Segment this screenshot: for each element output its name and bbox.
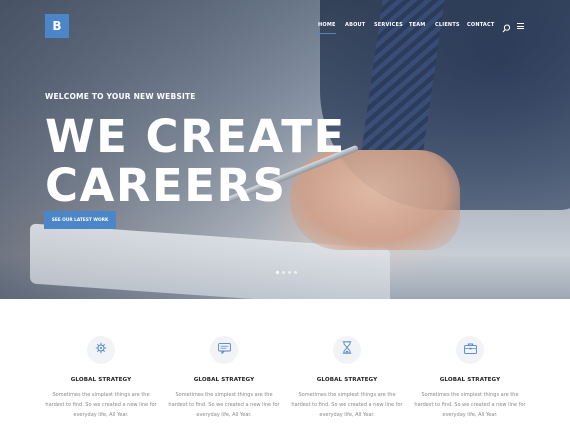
slider-dot-1[interactable]	[276, 271, 279, 274]
nav-item-about[interactable]: ABOUT	[345, 22, 365, 28]
feature-text: Sometimes the simplest things are the ha…	[164, 390, 284, 420]
feature-text-line: everyday life, All Year.	[442, 412, 498, 418]
slider-dot-4[interactable]	[294, 271, 297, 274]
hero-headline: WE CREATE CAREERS	[45, 112, 346, 210]
brand-logo[interactable]: B	[45, 14, 69, 38]
hero-section: B HOME ABOUT SERVICES TEAM CLIENTS CONTA…	[0, 0, 570, 299]
feature-text-line: hardest to find. So we created a new lin…	[168, 402, 280, 408]
nav-item-team[interactable]: TEAM	[409, 22, 425, 28]
hero-headline-line1: WE CREATE	[45, 110, 346, 163]
feature-text-line: Sometimes the simplest things are the	[175, 392, 273, 398]
feature-text-line: everyday life, All Year.	[73, 412, 129, 418]
feature-icon-wrap	[456, 336, 484, 364]
feature-text-line: Sometimes the simplest things are the	[52, 392, 150, 398]
see-latest-work-button[interactable]: SEE OUR LATEST WORK	[44, 211, 116, 229]
slider-dot-2[interactable]	[282, 271, 285, 274]
feature-text-line: hardest to find. So we created a new lin…	[414, 402, 526, 408]
feature-text-line: hardest to find. So we created a new lin…	[45, 402, 157, 408]
feature-text: Sometimes the simplest things are the ha…	[41, 390, 161, 420]
feature-item: GLOBAL STRATEGY Sometimes the simplest t…	[287, 336, 407, 420]
feature-title: GLOBAL STRATEGY	[70, 377, 132, 383]
feature-text-line: Sometimes the simplest things are the	[421, 392, 519, 398]
feature-text-line: Sometimes the simplest things are the	[298, 392, 396, 398]
ship-wheel-icon	[95, 341, 107, 359]
feature-icon-wrap	[87, 336, 115, 364]
feature-text-line: hardest to find. So we created a new lin…	[291, 402, 403, 408]
feature-icon-wrap	[210, 336, 238, 364]
chat-bubble-icon	[217, 341, 231, 359]
feature-title: GLOBAL STRATEGY	[316, 377, 378, 383]
feature-item: GLOBAL STRATEGY Sometimes the simplest t…	[41, 336, 161, 420]
hourglass-icon	[342, 341, 352, 359]
slider-dot-3[interactable]	[288, 271, 291, 274]
nav-item-services[interactable]: SERVICES	[374, 22, 403, 28]
feature-title: GLOBAL STRATEGY	[193, 377, 255, 383]
feature-text-line: everyday life, All Year.	[196, 412, 252, 418]
feature-item: GLOBAL STRATEGY Sometimes the simplest t…	[164, 336, 284, 420]
search-icon[interactable]	[502, 20, 511, 33]
briefcase-icon	[463, 341, 477, 359]
feature-text-line: everyday life, All Year.	[319, 412, 375, 418]
slider-dots	[276, 271, 297, 274]
nav-item-clients[interactable]: CLIENTS	[435, 22, 460, 28]
nav-item-home[interactable]: HOME	[318, 22, 336, 34]
feature-text: Sometimes the simplest things are the ha…	[410, 390, 530, 420]
hero-headline-line2: CAREERS	[45, 159, 287, 212]
hero-welcome-text: WELCOME TO YOUR NEW WEBSITE	[45, 92, 196, 101]
feature-item: GLOBAL STRATEGY Sometimes the simplest t…	[410, 336, 530, 420]
feature-icon-wrap	[333, 336, 361, 364]
hamburger-menu-icon[interactable]	[517, 23, 524, 29]
feature-text: Sometimes the simplest things are the ha…	[287, 390, 407, 420]
feature-title: GLOBAL STRATEGY	[439, 377, 501, 383]
nav-item-contact[interactable]: CONTACT	[467, 22, 494, 28]
